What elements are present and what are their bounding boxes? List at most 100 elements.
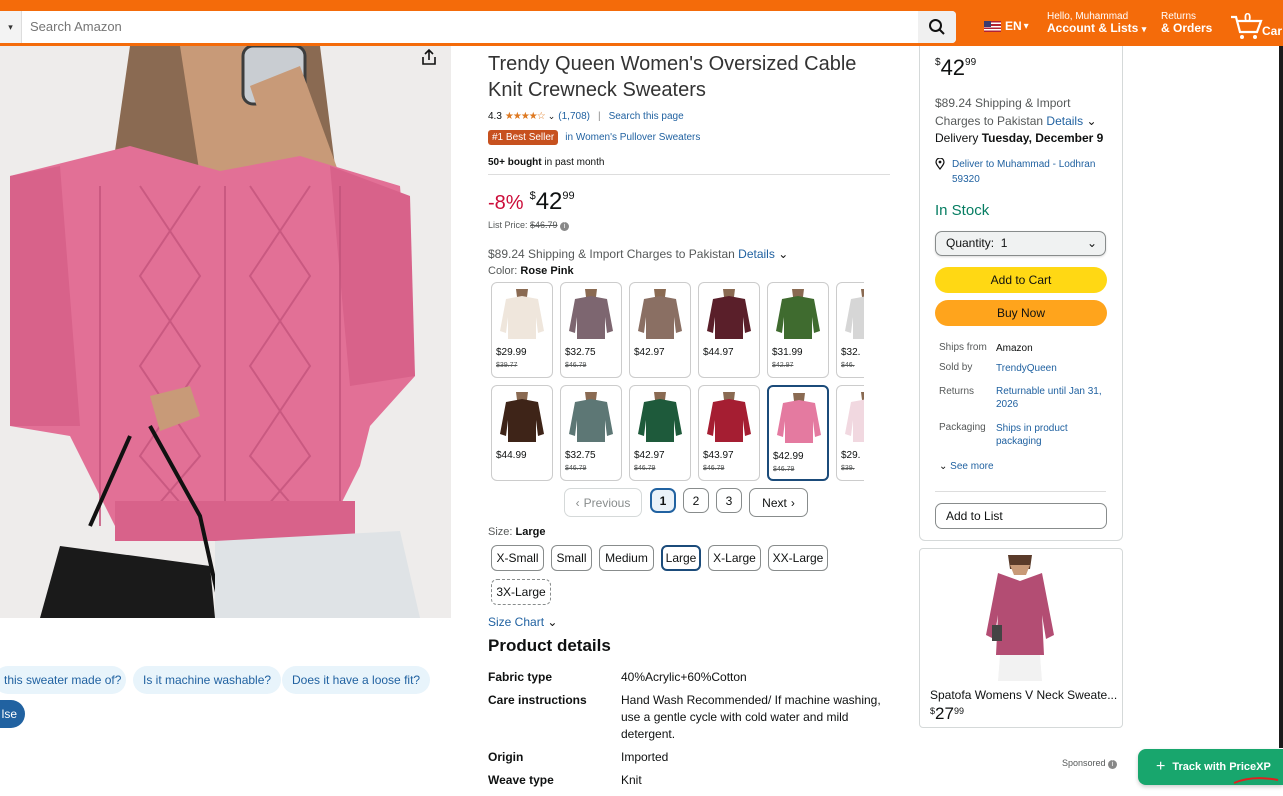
swatch-list-price: $46.79 <box>565 465 587 472</box>
buybox-details-link[interactable]: Details <box>1046 114 1083 128</box>
ad-product-image[interactable] <box>980 555 1060 681</box>
rating-count-link[interactable]: (1,708) <box>558 111 590 122</box>
search-button[interactable] <box>918 11 956 43</box>
info-icon[interactable]: i <box>1108 760 1118 769</box>
size-chart-link[interactable]: Size Chart ⌄ <box>488 615 557 629</box>
ask-something-else-button[interactable]: lse <box>0 700 25 728</box>
swatch-list-price: $46. <box>841 362 855 369</box>
caret-down-icon: ▾ <box>1023 21 1029 32</box>
previous-page-button[interactable]: ‹ Previous <box>564 488 642 517</box>
share-icon[interactable] <box>420 48 438 66</box>
cart-count: 0 <box>1244 10 1252 25</box>
shipping-details-link[interactable]: Details <box>738 247 775 261</box>
divider <box>935 491 1106 492</box>
search-input[interactable] <box>30 11 910 43</box>
language-selector[interactable]: EN ▾ <box>984 20 1029 33</box>
chevron-down-icon[interactable]: ⌄ <box>548 111 556 122</box>
question-chip-loose-fit[interactable]: Does it have a loose fit? <box>282 666 431 694</box>
color-swatch[interactable]: $42.97 <box>629 282 691 378</box>
search-category-dropdown[interactable]: ▾ <box>0 11 22 43</box>
size-3x-large[interactable]: 3X-Large <box>491 579 551 605</box>
chevron-down-icon[interactable]: ⌄ <box>778 247 788 261</box>
color-swatch[interactable]: $43.97 $46.79 <box>698 385 760 481</box>
product-main-image[interactable] <box>0 46 451 618</box>
detail-label: Weave type <box>488 773 554 787</box>
color-swatch[interactable]: $42.99 $46.79 <box>767 385 829 481</box>
cart-button[interactable]: 0 Car <box>1230 8 1283 44</box>
discount-percent: -8% <box>488 192 524 214</box>
swatch-image <box>638 392 682 442</box>
size-medium[interactable]: Medium <box>599 545 654 571</box>
ships-from-value: Amazon <box>996 343 1033 354</box>
price-row: -8% $ 42 99 <box>488 188 575 216</box>
price-whole: 42 <box>535 188 563 215</box>
stock-status: In Stock <box>935 202 990 219</box>
best-seller-category-link[interactable]: in Women's Pullover Sweaters <box>565 132 700 143</box>
red-underline-mark <box>1232 772 1280 784</box>
next-page-button[interactable]: Next › <box>749 488 808 517</box>
bought-count: 50+ bought in past month <box>488 157 605 168</box>
sold-by-link[interactable]: TrendyQueen <box>996 362 1106 375</box>
size-x-large[interactable]: X-Large <box>708 545 761 571</box>
color-swatch[interactable]: $29. $39. <box>836 385 864 481</box>
color-swatch[interactable]: $42.97 $46.79 <box>629 385 691 481</box>
swatch-price: $42.99 <box>773 451 804 462</box>
detail-value: 40%Acrylic+60%Cotton <box>621 670 747 684</box>
page-3-button[interactable]: 3 <box>716 488 742 513</box>
title-line-2: Knit Crewneck Sweaters <box>488 79 706 101</box>
ad-product-title[interactable]: Spatofa Womens V Neck Sweate... <box>930 688 1117 702</box>
swatch-list-price: $46.79 <box>703 465 725 472</box>
buy-now-button[interactable]: Buy Now <box>935 300 1107 326</box>
best-seller-row: #1 Best Seller in Women's Pullover Sweat… <box>488 130 700 145</box>
chevron-down-icon: ⌄ <box>547 615 558 629</box>
swatch-image <box>569 289 613 339</box>
size-large[interactable]: Large <box>661 545 701 571</box>
see-more-link[interactable]: ⌄ See more <box>939 461 994 472</box>
us-flag-icon <box>984 21 1001 32</box>
detail-label: Fabric type <box>488 670 553 684</box>
size-small[interactable]: Small <box>551 545 592 571</box>
color-swatch[interactable]: $31.99 $42.97 <box>767 282 829 378</box>
chevron-down-icon[interactable]: ⌄ <box>1086 114 1096 128</box>
add-to-list-button[interactable]: Add to List <box>935 503 1107 529</box>
account-menu[interactable]: Hello, Muhammad Account & Lists ▾ <box>1047 11 1146 36</box>
ad-price: $ 27 99 <box>930 704 964 723</box>
price-fraction: 99 <box>562 190 575 202</box>
divider: | <box>597 110 601 122</box>
question-chip-material[interactable]: this sweater made of? <box>0 666 126 694</box>
detail-value: Hand Wash Recommended/ If machine washin… <box>621 693 881 741</box>
color-swatch[interactable]: $44.99 <box>491 385 553 481</box>
best-seller-badge[interactable]: #1 Best Seller <box>488 130 559 145</box>
search-page-link[interactable]: Search this page <box>609 111 684 122</box>
size-x-small[interactable]: X-Small <box>491 545 544 571</box>
swatch-price: $44.99 <box>496 450 527 461</box>
deliver-to-link[interactable]: Deliver to Muhammad - Lodhran 59320 <box>952 157 1112 187</box>
rating-stars-icon[interactable]: ★★★★☆ <box>505 111 546 122</box>
detail-value: Imported <box>621 750 669 764</box>
product-title: Trendy Queen Women's Oversized Cable Kni… <box>488 51 898 103</box>
rating-row: 4.3 ★★★★☆ ⌄ (1,708) | Search this page <box>488 109 684 123</box>
swatch-price: $29.99 <box>496 347 527 358</box>
search-icon <box>929 19 945 35</box>
color-swatch[interactable]: $32.75 $46.79 <box>560 385 622 481</box>
list-price: List Price: $46.79 i <box>488 220 570 231</box>
size-xx-large[interactable]: XX-Large <box>768 545 828 571</box>
detail-value: Knit <box>621 773 642 787</box>
color-swatch[interactable]: $29.99 $39.77 <box>491 282 553 378</box>
quantity-select[interactable]: Quantity: 1 ⌄ <box>935 231 1106 256</box>
returns-orders-link[interactable]: Returns & Orders <box>1161 11 1212 35</box>
page-2-button[interactable]: 2 <box>683 488 709 513</box>
color-swatch[interactable]: $32.75 $46.79 <box>560 282 622 378</box>
swatch-list-price: $42.97 <box>772 362 794 369</box>
swatch-list-price: $46.79 <box>634 465 656 472</box>
returns-link[interactable]: Returnable until Jan 31, 2026 <box>996 385 1106 411</box>
swatch-image <box>500 289 544 339</box>
page-1-button[interactable]: 1 <box>650 488 676 513</box>
info-icon[interactable]: i <box>560 222 570 231</box>
packaging-link[interactable]: Ships in product packaging <box>996 422 1106 448</box>
color-swatch[interactable]: $44.97 <box>698 282 760 378</box>
color-swatch[interactable]: $32. $46. <box>836 282 864 378</box>
question-chip-washable[interactable]: Is it machine washable? <box>133 666 282 694</box>
add-to-cart-button[interactable]: Add to Cart <box>935 267 1107 293</box>
swatch-image <box>845 289 864 339</box>
